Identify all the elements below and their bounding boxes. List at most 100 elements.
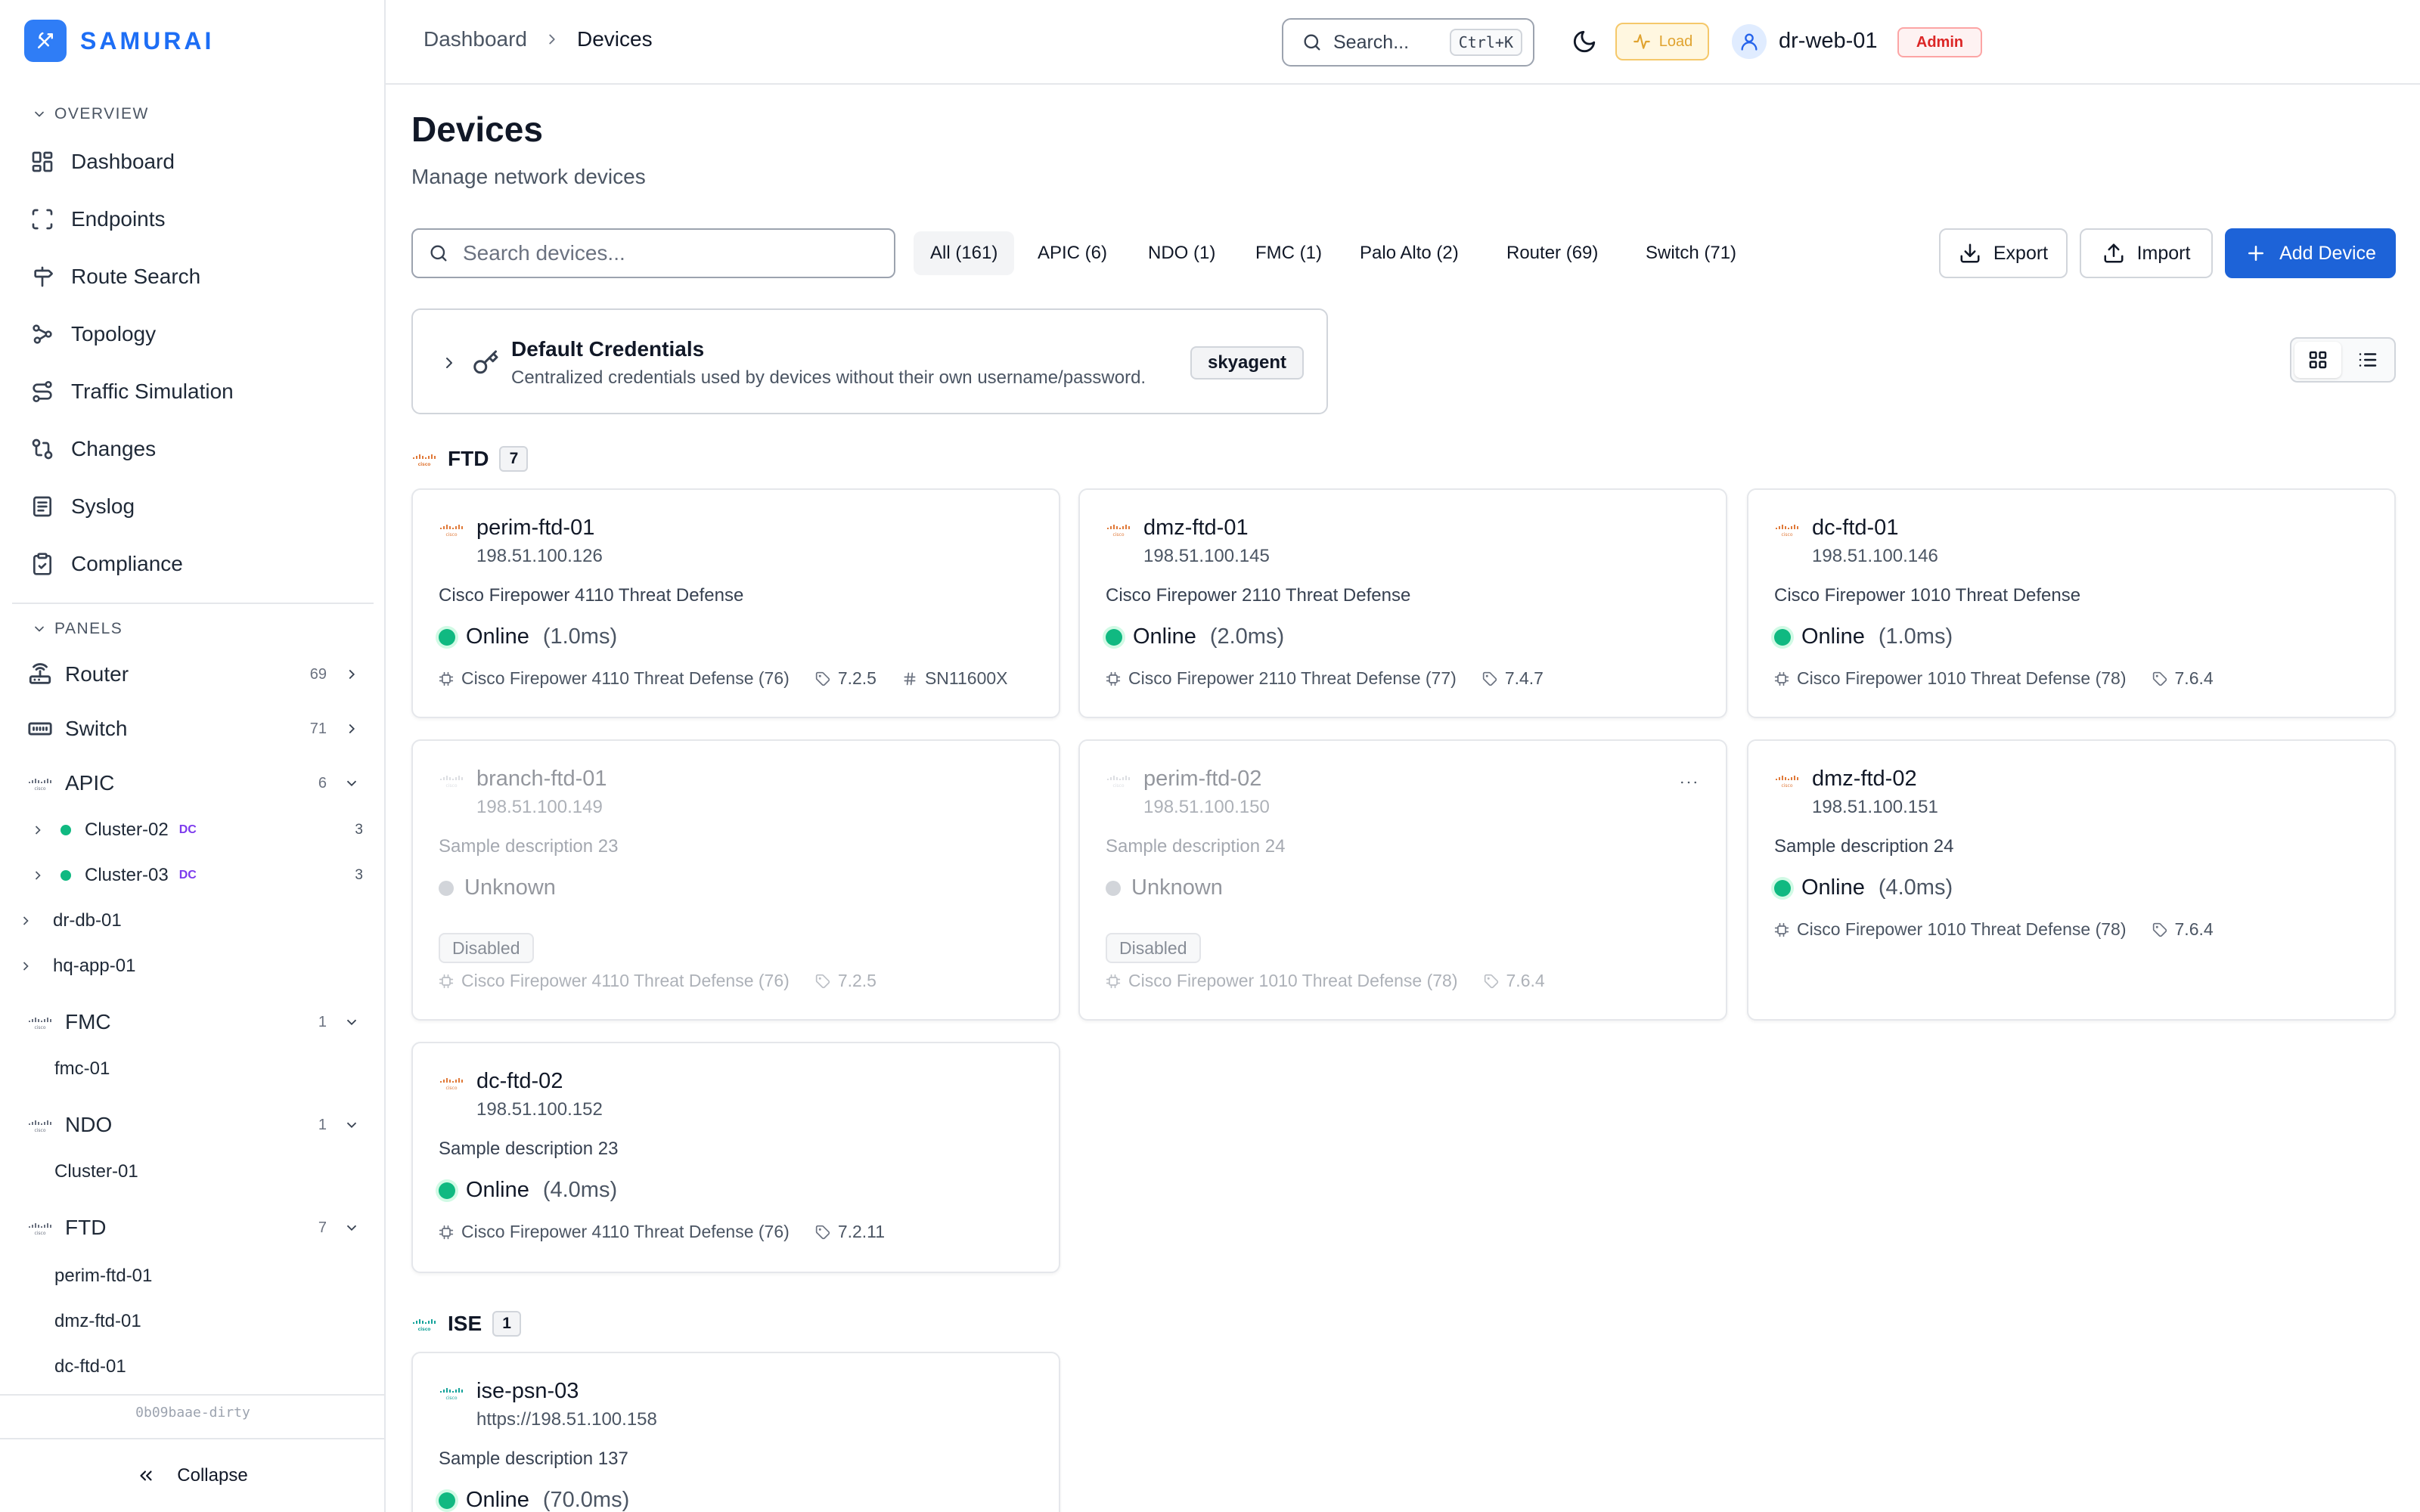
apic-hq-app-01[interactable]: hq-app-01 xyxy=(18,948,135,984)
device-name: dmz-ftd-01 xyxy=(1143,516,1249,540)
device-card[interactable]: cisco ise-psn-03 https://198.51.100.158 … xyxy=(411,1352,1060,1512)
nav-compliance[interactable]: Compliance xyxy=(30,541,363,587)
credentials-title: Default Credentials xyxy=(511,337,705,361)
panel-label: NDO xyxy=(65,1113,113,1136)
filter-tab-palo-alto[interactable]: Palo Alto (2) xyxy=(1343,231,1475,275)
apic-cluster-02[interactable]: Cluster-02 DC 3 xyxy=(30,812,363,848)
nav-syslog[interactable]: Syslog xyxy=(30,484,363,529)
device-ip: 198.51.100.151 xyxy=(1812,797,1938,817)
panel-fmc[interactable]: cisco FMC 1 xyxy=(27,1001,360,1043)
ftd-item[interactable]: dmz-ftd-01 xyxy=(54,1305,141,1338)
plus-icon xyxy=(2245,242,2267,265)
switch-icon xyxy=(27,716,53,742)
build-version: 0b09baae-dirty xyxy=(135,1405,250,1421)
device-version: 7.2.5 xyxy=(837,668,876,688)
device-card[interactable]: cisco dc-ftd-01 198.51.100.146 Cisco Fir… xyxy=(1747,488,2396,718)
panels-section-toggle[interactable]: PANELS xyxy=(32,620,123,638)
cisco-logo-icon: cisco xyxy=(1776,776,1798,788)
collapse-sidebar-button[interactable]: Collapse xyxy=(0,1438,384,1512)
svg-text:cisco: cisco xyxy=(1781,783,1792,788)
device-card[interactable]: cisco perim-ftd-01 198.51.100.126 Cisco … xyxy=(411,488,1060,718)
group-header-ise[interactable]: cisco ISE 1 xyxy=(411,1311,522,1337)
chip-icon xyxy=(439,1225,454,1240)
user-avatar-icon[interactable] xyxy=(1732,24,1767,59)
nav-changes[interactable]: Changes xyxy=(30,426,363,472)
brand[interactable]: SAMURAI xyxy=(24,18,214,64)
panel-router[interactable]: Router 69 xyxy=(27,653,360,696)
device-description: Sample description 24 xyxy=(1774,836,1954,857)
theme-toggle-moon-icon[interactable] xyxy=(1571,29,1597,54)
overview-section-toggle[interactable]: OVERVIEW xyxy=(32,105,149,123)
ftd-item[interactable]: perim-ftd-01 xyxy=(54,1259,152,1293)
device-ip: 198.51.100.126 xyxy=(476,546,603,566)
nav-label: Dashboard xyxy=(71,150,175,173)
device-card[interactable]: cisco perim-ftd-02 198.51.100.150 Sample… xyxy=(1078,739,1727,1021)
status-dot xyxy=(60,870,71,881)
chip-icon xyxy=(439,671,454,686)
device-version: 7.6.4 xyxy=(2174,919,2214,939)
apic-cluster-03[interactable]: Cluster-03 DC 3 xyxy=(30,857,363,894)
panel-apic[interactable]: cisco APIC 6 xyxy=(27,762,360,804)
tag-icon xyxy=(815,671,830,686)
device-card[interactable]: cisco dmz-ftd-01 198.51.100.145 Cisco Fi… xyxy=(1078,488,1727,718)
grid-view-icon[interactable] xyxy=(2294,342,2341,378)
panel-label: Switch xyxy=(65,717,128,740)
panel-count: 71 xyxy=(309,720,327,737)
filter-tab-switch[interactable]: Switch (71) xyxy=(1629,231,1753,275)
role-badge: Admin xyxy=(1897,27,1982,57)
load-indicator-button[interactable]: Load xyxy=(1615,23,1709,60)
device-meta: Cisco Firepower 1010 Threat Defense (78)… xyxy=(1774,919,2214,940)
breadcrumb-dashboard[interactable]: Dashboard xyxy=(424,27,527,51)
nav-traffic-simulation[interactable]: Traffic Simulation xyxy=(30,369,363,414)
panel-ftd[interactable]: cisco FTD 7 xyxy=(27,1207,360,1249)
fmc-item[interactable]: fmc-01 xyxy=(54,1052,110,1086)
export-button[interactable]: Export xyxy=(1939,228,2068,278)
device-card[interactable]: cisco dc-ftd-02 198.51.100.152 Sample de… xyxy=(411,1042,1060,1273)
group-header-ftd[interactable]: cisco FTD 7 xyxy=(411,446,529,472)
add-device-button[interactable]: Add Device xyxy=(2225,228,2396,278)
chevron-down-icon xyxy=(343,1117,360,1133)
more-horizontal-icon[interactable] xyxy=(1677,771,1700,794)
device-name: perim-ftd-02 xyxy=(1143,767,1262,791)
panel-ndo[interactable]: cisco NDO 1 xyxy=(27,1104,360,1146)
import-button[interactable]: Import xyxy=(2080,228,2213,278)
nav-dashboard[interactable]: Dashboard xyxy=(30,139,363,184)
filter-tab-all[interactable]: All (161) xyxy=(914,231,1015,275)
svg-text:cisco: cisco xyxy=(418,1327,431,1331)
global-search[interactable]: Search... Ctrl+K xyxy=(1282,18,1534,67)
list-view-icon[interactable] xyxy=(2344,342,2391,378)
tag-icon xyxy=(2152,922,2167,937)
dashboard-grid-icon xyxy=(30,150,54,174)
chevron-down-icon xyxy=(343,775,360,792)
user-name[interactable]: dr-web-01 xyxy=(1779,29,1878,54)
default-credentials-panel[interactable]: Default Credentials Centralized credenti… xyxy=(411,308,1328,414)
filter-tab-fmc[interactable]: FMC (1) xyxy=(1239,231,1339,275)
cisco-logo-icon: cisco xyxy=(440,776,463,788)
apic-dr-db-01[interactable]: dr-db-01 xyxy=(18,903,122,939)
route-icon xyxy=(30,380,54,404)
filter-tab-ndo[interactable]: NDO (1) xyxy=(1131,231,1232,275)
cisco-logo-icon: cisco xyxy=(440,1078,463,1090)
panel-switch[interactable]: Switch 71 xyxy=(27,708,360,750)
filter-tab-router[interactable]: Router (69) xyxy=(1490,231,1615,275)
nav-endpoints[interactable]: Endpoints xyxy=(30,197,363,242)
ndo-item[interactable]: Cluster-01 xyxy=(54,1155,138,1188)
panel-label: FMC xyxy=(65,1010,111,1033)
device-version: 7.2.11 xyxy=(837,1222,886,1241)
device-ip: 198.51.100.146 xyxy=(1812,546,1938,566)
nav-route-search[interactable]: Route Search xyxy=(30,254,363,299)
nav-topology[interactable]: Topology xyxy=(30,311,363,357)
chevron-right-icon xyxy=(343,666,360,683)
svg-text:cisco: cisco xyxy=(445,783,457,788)
device-card[interactable]: cisco dmz-ftd-02 198.51.100.151 Sample d… xyxy=(1747,739,2396,1021)
ftd-item[interactable]: dc-ftd-01 xyxy=(54,1350,126,1383)
status-text: Online xyxy=(1801,875,1865,900)
filter-tab-apic[interactable]: APIC (6) xyxy=(1021,231,1124,275)
cisco-logo-icon: cisco xyxy=(1776,525,1798,537)
device-card[interactable]: cisco branch-ftd-01 198.51.100.149 Sampl… xyxy=(411,739,1060,1021)
device-model: Cisco Firepower 4110 Threat Defense (76) xyxy=(461,668,790,688)
device-search-input[interactable]: Search devices... xyxy=(411,228,895,278)
device-status: Online (4.0ms) xyxy=(439,1178,617,1203)
search-icon xyxy=(428,243,449,264)
panel-label: FTD xyxy=(65,1216,107,1239)
